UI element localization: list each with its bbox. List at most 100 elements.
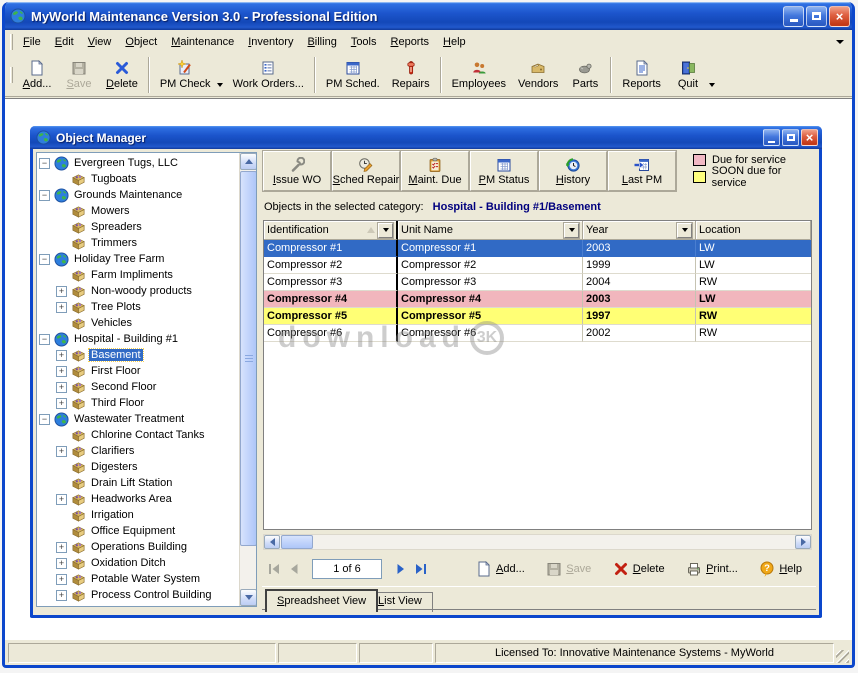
next-record-button[interactable] xyxy=(390,560,410,578)
filter-dropdown-icon[interactable] xyxy=(677,223,692,238)
pm-check-button[interactable]: PM Check xyxy=(154,55,217,95)
tree-item[interactable]: +Process Control Building xyxy=(39,587,238,603)
menu-inventory[interactable]: Inventory xyxy=(241,33,300,51)
menu-object[interactable]: Object xyxy=(118,33,164,51)
tree-item[interactable]: +Operations Building xyxy=(39,539,238,555)
tab-spreadsheet-view[interactable]: Spreadsheet View xyxy=(265,589,378,612)
tree-item[interactable]: Office Equipment xyxy=(39,523,238,539)
tree-item[interactable]: Digesters xyxy=(39,459,238,475)
grid-row[interactable]: Compressor #1Compressor #12003LW xyxy=(264,240,811,257)
menu-view[interactable]: View xyxy=(81,33,119,51)
expand-icon[interactable]: + xyxy=(56,286,67,297)
collapse-icon[interactable]: − xyxy=(39,334,50,345)
history-button[interactable]: History xyxy=(539,151,607,191)
expand-icon[interactable]: + xyxy=(56,590,67,601)
tree-item[interactable]: Spreaders xyxy=(39,219,238,235)
scroll-left-icon[interactable] xyxy=(264,535,280,549)
previous-record-button[interactable] xyxy=(284,560,304,578)
collapse-icon[interactable]: − xyxy=(39,190,50,201)
tree-item[interactable]: +Clarifiers xyxy=(39,443,238,459)
column-header-unit-name[interactable]: Unit Name xyxy=(398,221,583,240)
grid-row[interactable]: Compressor #2Compressor #21999LW xyxy=(264,257,811,274)
tree-item[interactable]: −Evergreen Tugs, LLC xyxy=(39,155,238,171)
menu-tools[interactable]: Tools xyxy=(344,33,384,51)
grid-row-due[interactable]: Compressor #4Compressor #42003LW xyxy=(264,291,811,308)
column-header-year[interactable]: Year xyxy=(583,221,696,240)
expand-icon[interactable]: + xyxy=(56,542,67,553)
tree-item[interactable]: +Tree Plots xyxy=(39,299,238,315)
issue-wo-button[interactable]: Issue WO xyxy=(263,151,331,191)
save-button[interactable]: Save xyxy=(58,55,100,95)
repairs-button[interactable]: Repairs xyxy=(386,55,436,95)
minimize-button[interactable] xyxy=(783,6,804,27)
maximize-button[interactable] xyxy=(806,6,827,27)
tree-item[interactable]: Trimmers xyxy=(39,235,238,251)
om-maximize-button[interactable] xyxy=(782,129,799,146)
expand-icon[interactable]: + xyxy=(56,398,67,409)
scroll-up-icon[interactable] xyxy=(240,153,257,170)
om-close-button[interactable]: × xyxy=(801,129,818,146)
menu-file[interactable]: File xyxy=(16,33,48,51)
delete-button[interactable]: Delete xyxy=(100,55,144,95)
menu-maintenance[interactable]: Maintenance xyxy=(164,33,241,51)
grid-horizontal-scrollbar[interactable] xyxy=(263,534,812,550)
expand-icon[interactable]: + xyxy=(56,302,67,313)
tree-item[interactable]: Drain Lift Station xyxy=(39,475,238,491)
tree-item[interactable]: +Oxidation Ditch xyxy=(39,555,238,571)
expand-icon[interactable]: + xyxy=(56,350,67,361)
tree-item[interactable]: Mowers xyxy=(39,203,238,219)
collapse-icon[interactable]: − xyxy=(39,158,50,169)
menubar-grip[interactable] xyxy=(10,34,13,50)
menu-reports[interactable]: Reports xyxy=(384,33,437,51)
tree-item[interactable]: −Holiday Tree Farm xyxy=(39,251,238,267)
tree-item[interactable]: Chlorine Contact Tanks xyxy=(39,427,238,443)
scroll-right-icon[interactable] xyxy=(795,535,811,549)
record-save-button[interactable]: Save xyxy=(546,561,591,577)
expand-icon[interactable]: + xyxy=(56,446,67,457)
scrollbar-thumb[interactable] xyxy=(281,535,313,549)
menu-help[interactable]: Help xyxy=(436,33,473,51)
expand-icon[interactable]: + xyxy=(56,494,67,505)
tree-item[interactable]: +Second Floor xyxy=(39,379,238,395)
expand-icon[interactable]: + xyxy=(56,574,67,585)
tree-item[interactable]: −Grounds Maintenance xyxy=(39,187,238,203)
scrollbar-thumb[interactable] xyxy=(240,171,257,546)
record-add-button[interactable]: Add... xyxy=(476,561,525,577)
tree-item[interactable]: Irrigation xyxy=(39,507,238,523)
menu-overflow-arrow-icon[interactable] xyxy=(836,40,844,44)
record-delete-button[interactable]: Delete xyxy=(613,561,665,577)
tree-item[interactable]: −Wastewater Treatment xyxy=(39,411,238,427)
reports-button[interactable]: Reports xyxy=(616,55,667,95)
add-button[interactable]: Add... xyxy=(16,55,58,95)
last-pm-button[interactable]: Last PM xyxy=(608,151,676,191)
tree-vertical-scrollbar[interactable] xyxy=(239,153,256,606)
record-position-box[interactable]: 1 of 6 xyxy=(312,559,382,579)
tree-item[interactable]: −Hospital - Building #1 xyxy=(39,331,238,347)
expand-icon[interactable]: + xyxy=(56,382,67,393)
sched-repair-button[interactable]: Sched Repair xyxy=(332,151,400,191)
close-button[interactable]: × xyxy=(829,6,850,27)
tree-item[interactable]: +Headworks Area xyxy=(39,491,238,507)
grid-row[interactable]: Compressor #3Compressor #32004RW xyxy=(264,274,811,291)
tree-item[interactable]: Tugboats xyxy=(39,171,238,187)
collapse-icon[interactable]: − xyxy=(39,254,50,265)
tree-item[interactable]: +First Floor xyxy=(39,363,238,379)
column-header-location[interactable]: Location xyxy=(696,221,811,240)
scroll-down-icon[interactable] xyxy=(240,589,257,606)
collapse-icon[interactable]: − xyxy=(39,414,50,425)
vendors-button[interactable]: Vendors xyxy=(512,55,564,95)
expand-icon[interactable]: + xyxy=(56,558,67,569)
menu-billing[interactable]: Billing xyxy=(300,33,343,51)
column-header-identification[interactable]: Identification xyxy=(264,221,398,240)
print-button[interactable]: Print... xyxy=(686,561,738,577)
quit-button[interactable]: Quit xyxy=(667,55,709,95)
pm-status-button[interactable]: PM Status xyxy=(470,151,538,191)
menu-edit[interactable]: Edit xyxy=(48,33,81,51)
om-minimize-button[interactable] xyxy=(763,129,780,146)
tree-item-selected[interactable]: +Basement xyxy=(39,347,238,363)
pm-check-dropdown-icon[interactable] xyxy=(217,83,223,87)
parts-button[interactable]: Parts xyxy=(564,55,606,95)
filter-dropdown-icon[interactable] xyxy=(378,223,393,238)
tree-item[interactable]: Vehicles xyxy=(39,315,238,331)
expand-icon[interactable]: + xyxy=(56,366,67,377)
